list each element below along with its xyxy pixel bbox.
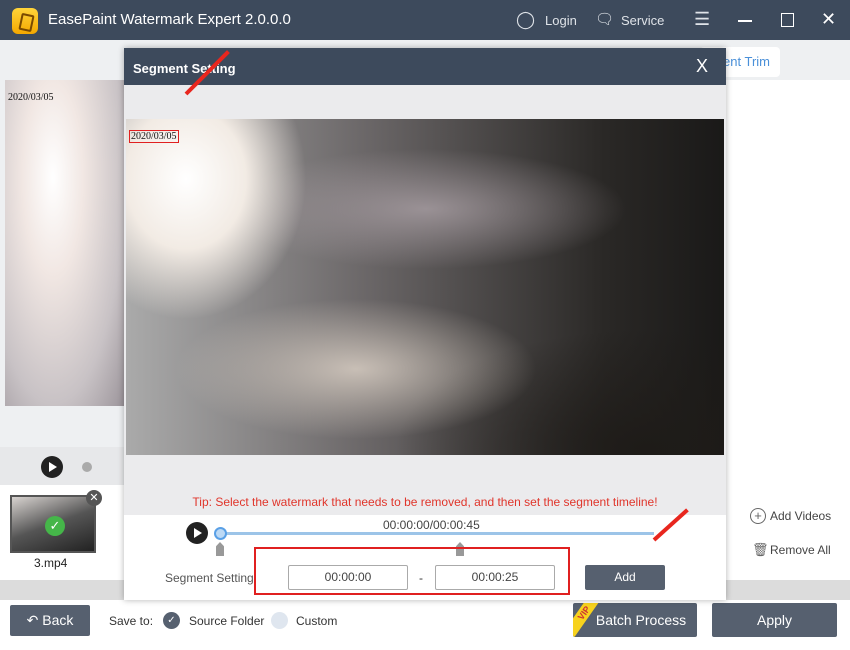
tip-text: Tip: Select the watermark that needs to … bbox=[192, 495, 658, 509]
app-title: EasePaint Watermark Expert 2.0.0.0 bbox=[48, 11, 291, 28]
video-frame[interactable]: 2020/03/05 bbox=[126, 119, 724, 455]
custom-label[interactable]: Custom bbox=[296, 614, 337, 628]
apply-button[interactable]: Apply bbox=[712, 603, 837, 637]
play-button[interactable] bbox=[186, 522, 208, 544]
segment-setting-label: Segment Setting: bbox=[165, 571, 258, 585]
right-panel bbox=[726, 80, 850, 485]
play-button[interactable] bbox=[41, 456, 63, 478]
source-folder-label[interactable]: Source Folder bbox=[189, 614, 264, 628]
check-icon: ✓ bbox=[45, 516, 65, 536]
back-label: Back bbox=[42, 612, 74, 628]
selected-watermark[interactable]: 2020/03/05 bbox=[129, 130, 179, 143]
user-icon[interactable]: ◯ bbox=[516, 10, 535, 30]
video-preview bbox=[5, 80, 125, 406]
save-to-label: Save to: bbox=[109, 614, 154, 628]
segment-setting-dialog: Segment Setting X 2020/03/05 Tip: Select… bbox=[124, 48, 726, 600]
plus-icon[interactable]: + bbox=[750, 508, 766, 524]
add-videos-button[interactable]: Add Videos bbox=[770, 509, 831, 523]
thumbnail-name: 3.mp4 bbox=[34, 556, 68, 570]
time-readout: 00:00:00/00:00:45 bbox=[383, 518, 480, 532]
service-link[interactable]: Service bbox=[621, 13, 664, 28]
add-segment-button[interactable]: Add bbox=[585, 565, 665, 590]
batch-process-label: Batch Process bbox=[595, 612, 687, 628]
login-link[interactable]: Login bbox=[545, 13, 577, 28]
seek-knob[interactable] bbox=[82, 462, 92, 472]
menu-icon[interactable]: ☰ bbox=[694, 9, 710, 30]
timeline-track[interactable] bbox=[221, 532, 654, 535]
maximize-icon[interactable] bbox=[781, 13, 794, 27]
remove-video-icon[interactable]: ✕ bbox=[86, 490, 102, 506]
date-overlay: 2020/03/05 bbox=[8, 92, 54, 103]
title-bar: EasePaint Watermark Expert 2.0.0.0 ◯ Log… bbox=[0, 0, 850, 40]
close-icon[interactable]: ✕ bbox=[821, 9, 836, 30]
batch-process-button[interactable]: VIP Batch Process bbox=[573, 603, 697, 637]
source-folder-radio[interactable]: ✓ bbox=[163, 612, 180, 629]
remove-all-button[interactable]: Remove All bbox=[770, 543, 831, 557]
back-button[interactable]: ↶ Back bbox=[10, 605, 90, 636]
dialog-close-icon[interactable]: X bbox=[696, 56, 708, 77]
minimize-icon[interactable] bbox=[738, 20, 752, 22]
dialog-title: Segment Setting bbox=[133, 61, 236, 76]
highlight-box bbox=[254, 547, 570, 595]
custom-radio[interactable] bbox=[271, 612, 288, 629]
app-logo-icon bbox=[12, 8, 38, 34]
trash-icon[interactable]: 🗑 bbox=[752, 542, 769, 558]
back-arrow-icon: ↶ bbox=[26, 612, 43, 628]
timeline-knob[interactable] bbox=[214, 527, 227, 540]
chat-icon[interactable]: 🗨 bbox=[595, 10, 614, 28]
